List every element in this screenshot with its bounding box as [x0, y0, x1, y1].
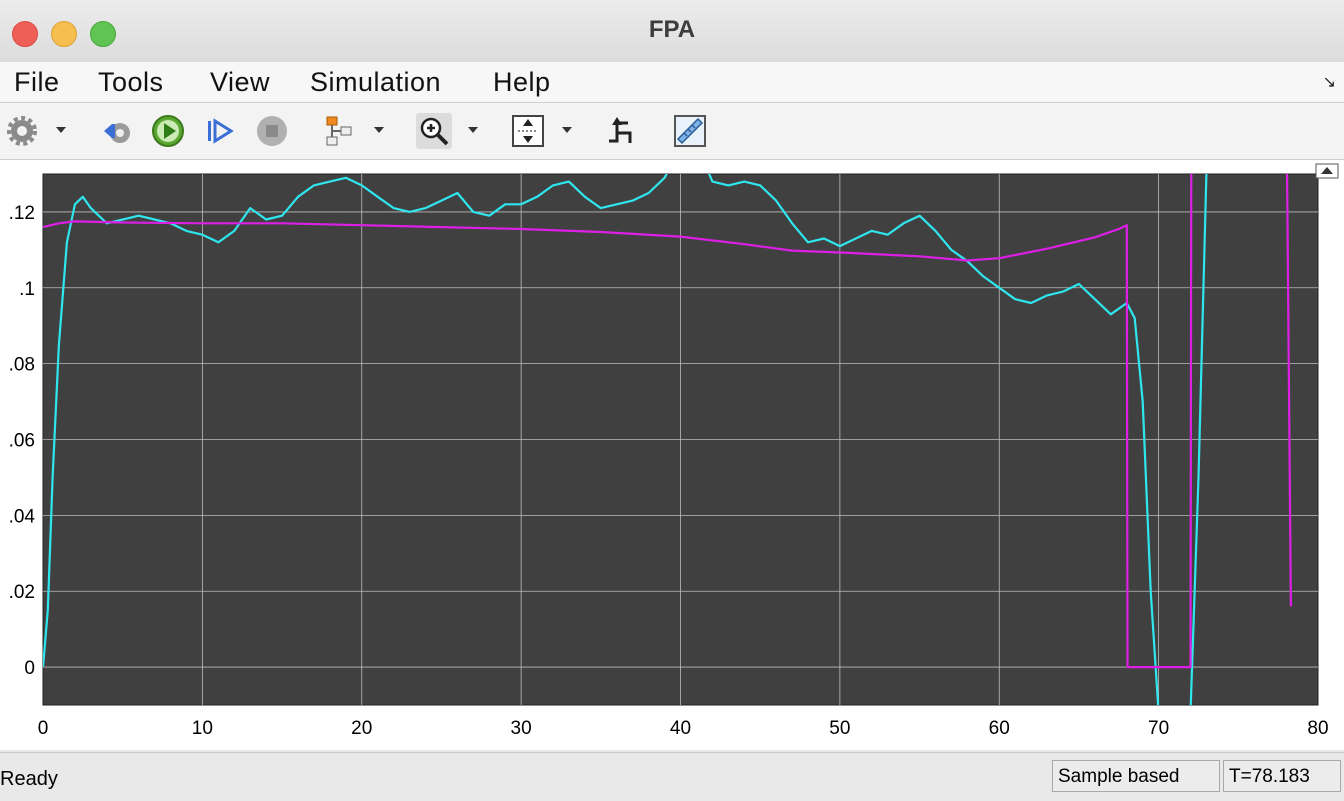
gear-dropdown-icon[interactable]	[56, 127, 66, 133]
measure-icon[interactable]	[672, 113, 708, 149]
y-tick-label: .02	[9, 582, 35, 603]
zoom-in-icon[interactable]	[416, 113, 452, 149]
y-tick-label: .04	[9, 506, 36, 527]
gear-icon[interactable]	[5, 113, 41, 149]
step-forward-icon[interactable]	[202, 113, 238, 149]
x-tick-label: 20	[351, 718, 372, 739]
undock-icon[interactable]: ↘	[1323, 72, 1336, 92]
x-tick-label: 80	[1307, 718, 1328, 739]
signal-dropdown-icon[interactable]	[374, 127, 384, 133]
menu-bar: File Tools View Simulation Help ↘	[0, 62, 1344, 103]
signal-hierarchy-icon[interactable]	[322, 113, 358, 149]
menu-help[interactable]: Help	[493, 67, 551, 98]
y-tick-label: .1	[19, 279, 35, 300]
x-tick-label: 60	[989, 718, 1010, 739]
autoscale-icon[interactable]	[510, 113, 546, 149]
y-tick-label: .08	[9, 355, 35, 376]
x-tick-label: 70	[1148, 718, 1169, 739]
run-icon[interactable]	[150, 113, 186, 149]
scope-chart[interactable]: .12 .1 .08 .06 .04 .02 0 0 10 20 30 40 50 60 70 80	[0, 160, 1344, 750]
menu-tools[interactable]: Tools	[98, 67, 164, 98]
status-bar: Ready Sample based T=78.183	[0, 752, 1344, 801]
zoom-dropdown-icon[interactable]	[468, 127, 478, 133]
x-tick-label: 30	[511, 718, 532, 739]
x-tick-label: 40	[670, 718, 691, 739]
y-tick-label: .12	[9, 203, 35, 224]
menu-file[interactable]: File	[14, 67, 60, 98]
status-ready: Ready	[0, 768, 58, 790]
title-bar: FPA	[0, 0, 1344, 63]
y-tick-label: 0	[24, 658, 35, 679]
x-tick-label: 50	[829, 718, 850, 739]
y-tick-label: .06	[9, 431, 35, 452]
menu-view[interactable]: View	[210, 67, 270, 98]
menu-simulation[interactable]: Simulation	[310, 67, 441, 98]
triggers-icon[interactable]	[604, 113, 640, 149]
stop-icon[interactable]	[254, 113, 290, 149]
autoscale-dropdown-icon[interactable]	[562, 127, 572, 133]
scope-plot-area: .12 .1 .08 .06 .04 .02 0 0 10 20 30 40 50 60 70 80	[0, 160, 1344, 750]
sample-mode-indicator: Sample based	[1052, 760, 1220, 792]
x-tick-label: 10	[192, 718, 213, 739]
x-tick-label: 0	[38, 718, 49, 739]
simulation-time-indicator: T=78.183	[1223, 760, 1341, 792]
window-title: FPA	[648, 16, 696, 43]
step-back-icon[interactable]	[100, 113, 136, 149]
toolbar	[0, 103, 1344, 160]
